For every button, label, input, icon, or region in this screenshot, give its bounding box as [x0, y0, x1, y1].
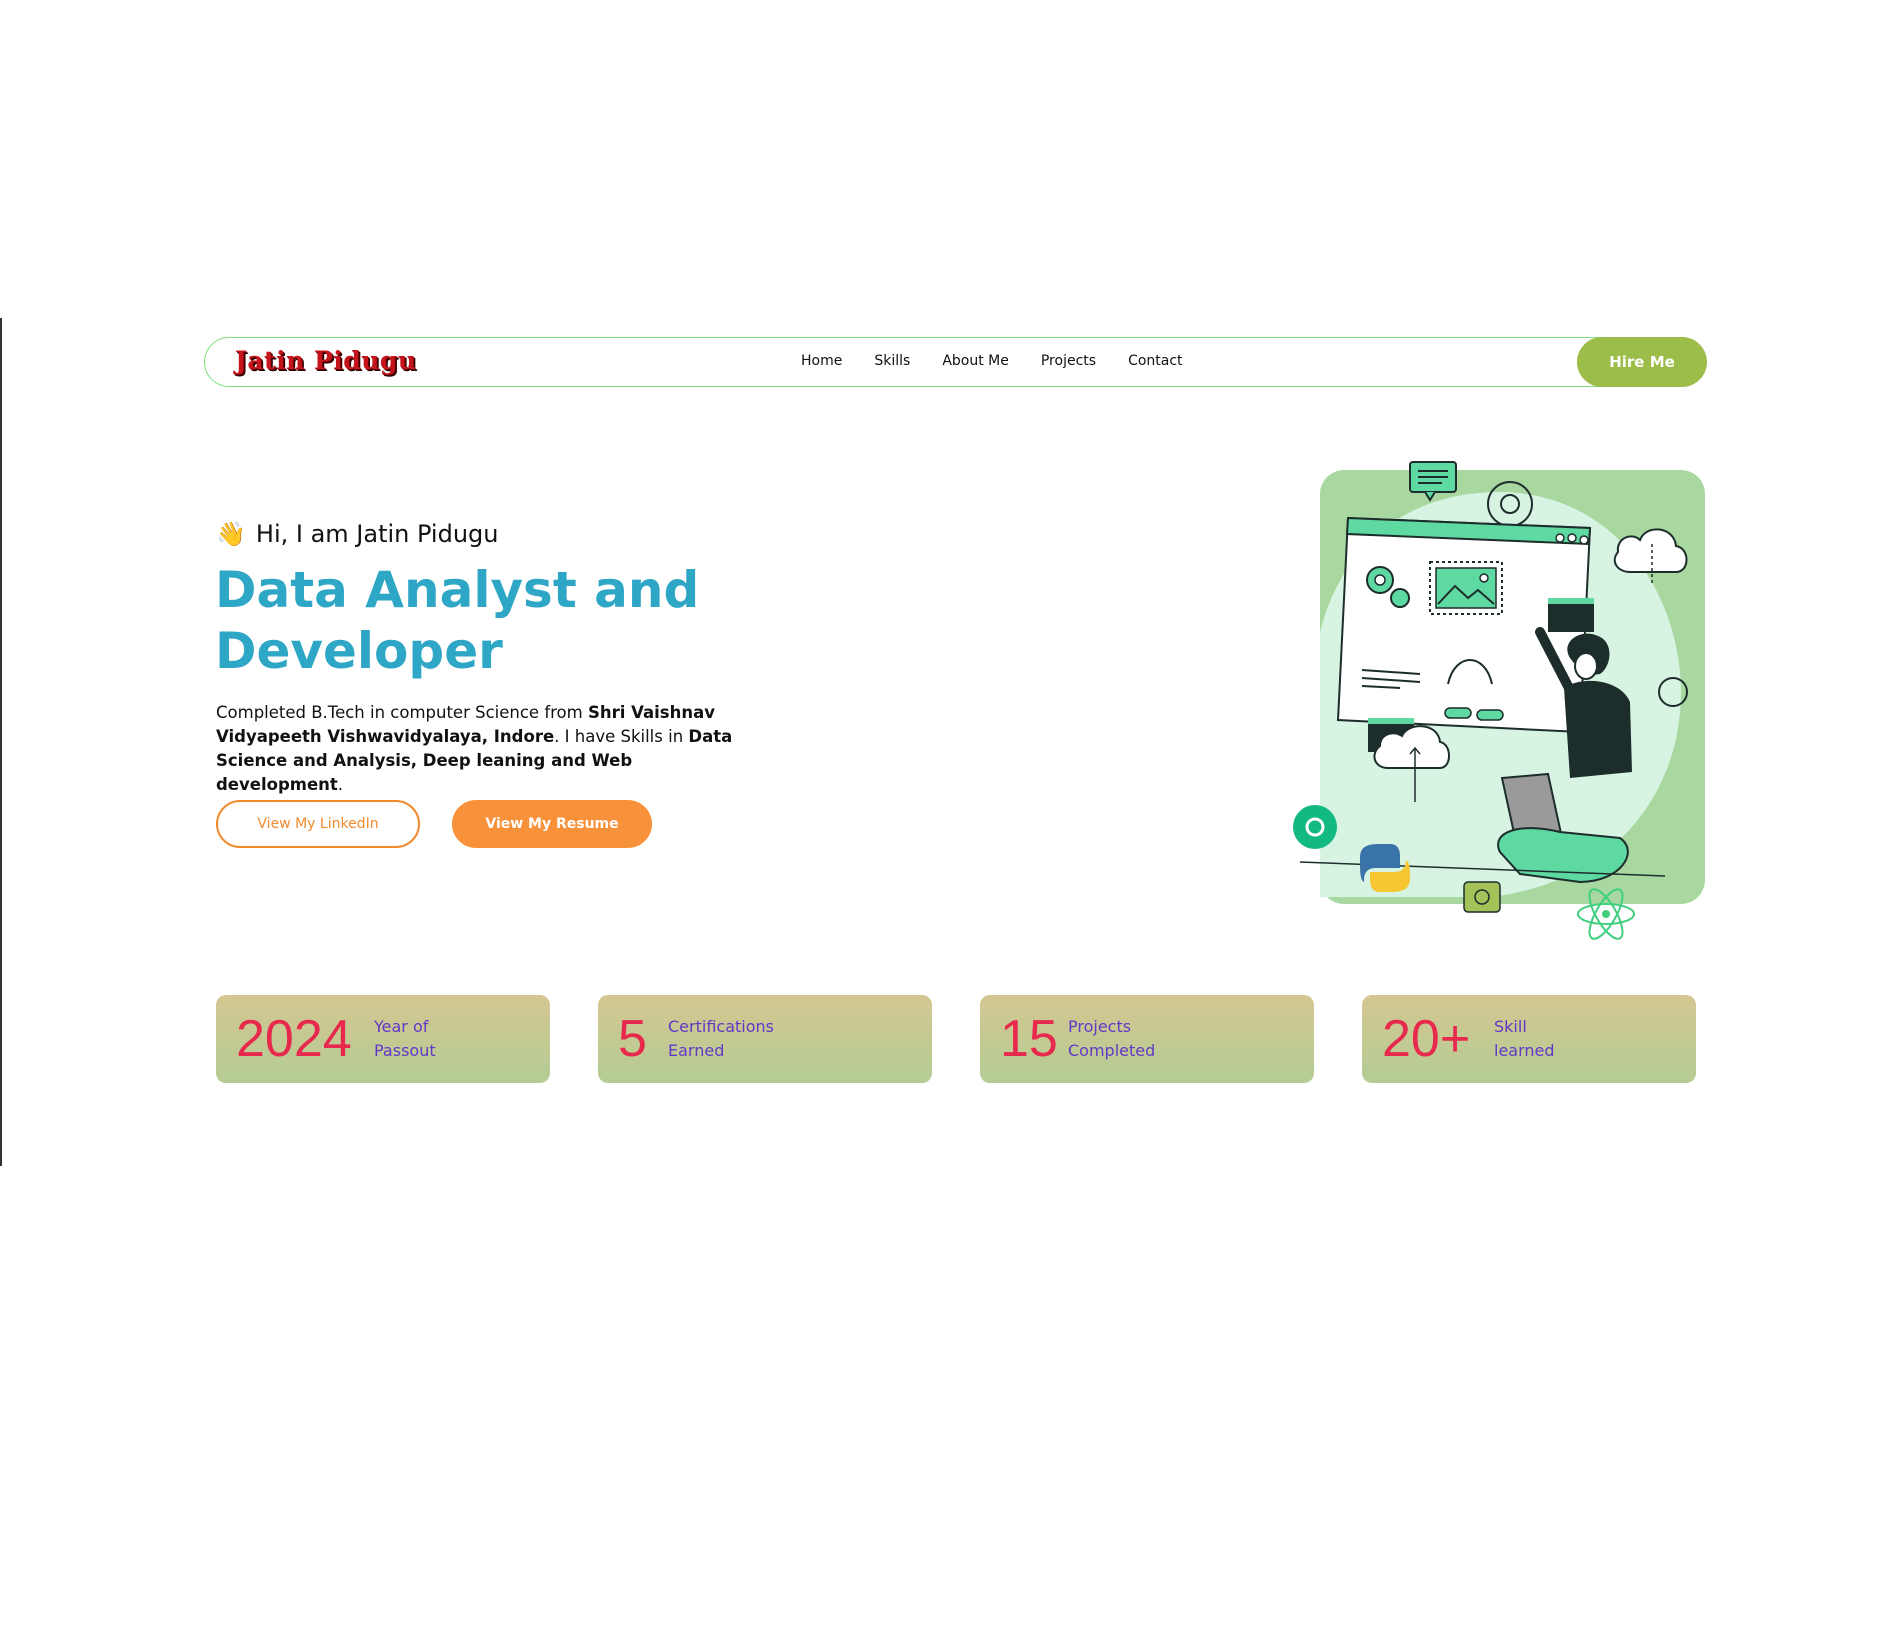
stat-label-line-2: Completed — [1068, 1041, 1156, 1060]
stat-card-certifications: 5 Certifications Earned — [598, 995, 932, 1083]
stat-card-skills: 20+ Skill learned — [1362, 995, 1696, 1083]
waving-hand-icon: 👋 — [216, 520, 246, 548]
stat-label-line-1: Year of — [374, 1017, 429, 1036]
view-resume-button[interactable]: View My Resume — [452, 800, 652, 848]
chip-icon — [1463, 881, 1501, 913]
stat-label-line-1: Skill — [1494, 1017, 1527, 1036]
hire-me-button[interactable]: Hire Me — [1577, 337, 1707, 387]
stat-card-projects: 15 Projects Completed — [980, 995, 1314, 1083]
settings-badge-icon — [1293, 805, 1337, 849]
nav-link-projects[interactable]: Projects — [1041, 353, 1096, 369]
view-linkedin-button[interactable]: View My LinkedIn — [216, 800, 420, 848]
headline-line-2: Developer — [215, 622, 503, 680]
nav-link-about-me[interactable]: About Me — [942, 353, 1009, 369]
stat-label: Certifications Earned — [668, 1015, 808, 1063]
stat-label-line-2: Earned — [668, 1041, 725, 1060]
navbar: Jatin Pidugu Home Skills About Me Projec… — [204, 337, 1707, 387]
desc-part-1: Completed B.Tech in computer Science fro… — [216, 703, 588, 722]
stat-value: 15 — [1000, 1010, 1058, 1068]
brand-logo[interactable]: Jatin Pidugu — [235, 346, 417, 375]
nav-link-home[interactable]: Home — [801, 353, 842, 369]
hero-greeting: 👋 Hi, I am Jatin Pidugu — [216, 520, 499, 548]
greeting-text: Hi, I am Jatin Pidugu — [255, 520, 499, 548]
nav-link-skills[interactable]: Skills — [874, 353, 910, 369]
stat-value: 2024 — [236, 1010, 352, 1068]
stat-label: Projects Completed — [1068, 1015, 1208, 1063]
stat-value: 20+ — [1382, 1010, 1471, 1068]
nav-link-contact[interactable]: Contact — [1128, 353, 1182, 369]
headline-line-1: Data Analyst and — [215, 561, 700, 619]
stat-label-line-2: Passout — [374, 1041, 436, 1060]
stat-label-line-1: Certifications — [668, 1017, 774, 1036]
stat-label: Year of Passout — [374, 1015, 514, 1063]
hero-description: Completed B.Tech in computer Science fro… — [216, 701, 736, 797]
left-edge-border — [0, 318, 2, 1166]
stat-label: Skill learned — [1494, 1015, 1634, 1063]
desc-part-3: . — [337, 775, 344, 794]
stat-label-line-2: learned — [1494, 1041, 1555, 1060]
stat-label-line-1: Projects — [1068, 1017, 1132, 1036]
stat-value: 5 — [618, 1010, 647, 1068]
hero-headline: Data Analyst and Developer — [215, 560, 775, 682]
stat-card-passout: 2024 Year of Passout — [216, 995, 550, 1083]
browser-board — [1336, 516, 1594, 752]
hero-illustration — [1293, 461, 1705, 940]
nav-links: Home Skills About Me Projects Contact — [801, 353, 1215, 369]
desc-part-2: . I have Skills in — [554, 727, 689, 746]
